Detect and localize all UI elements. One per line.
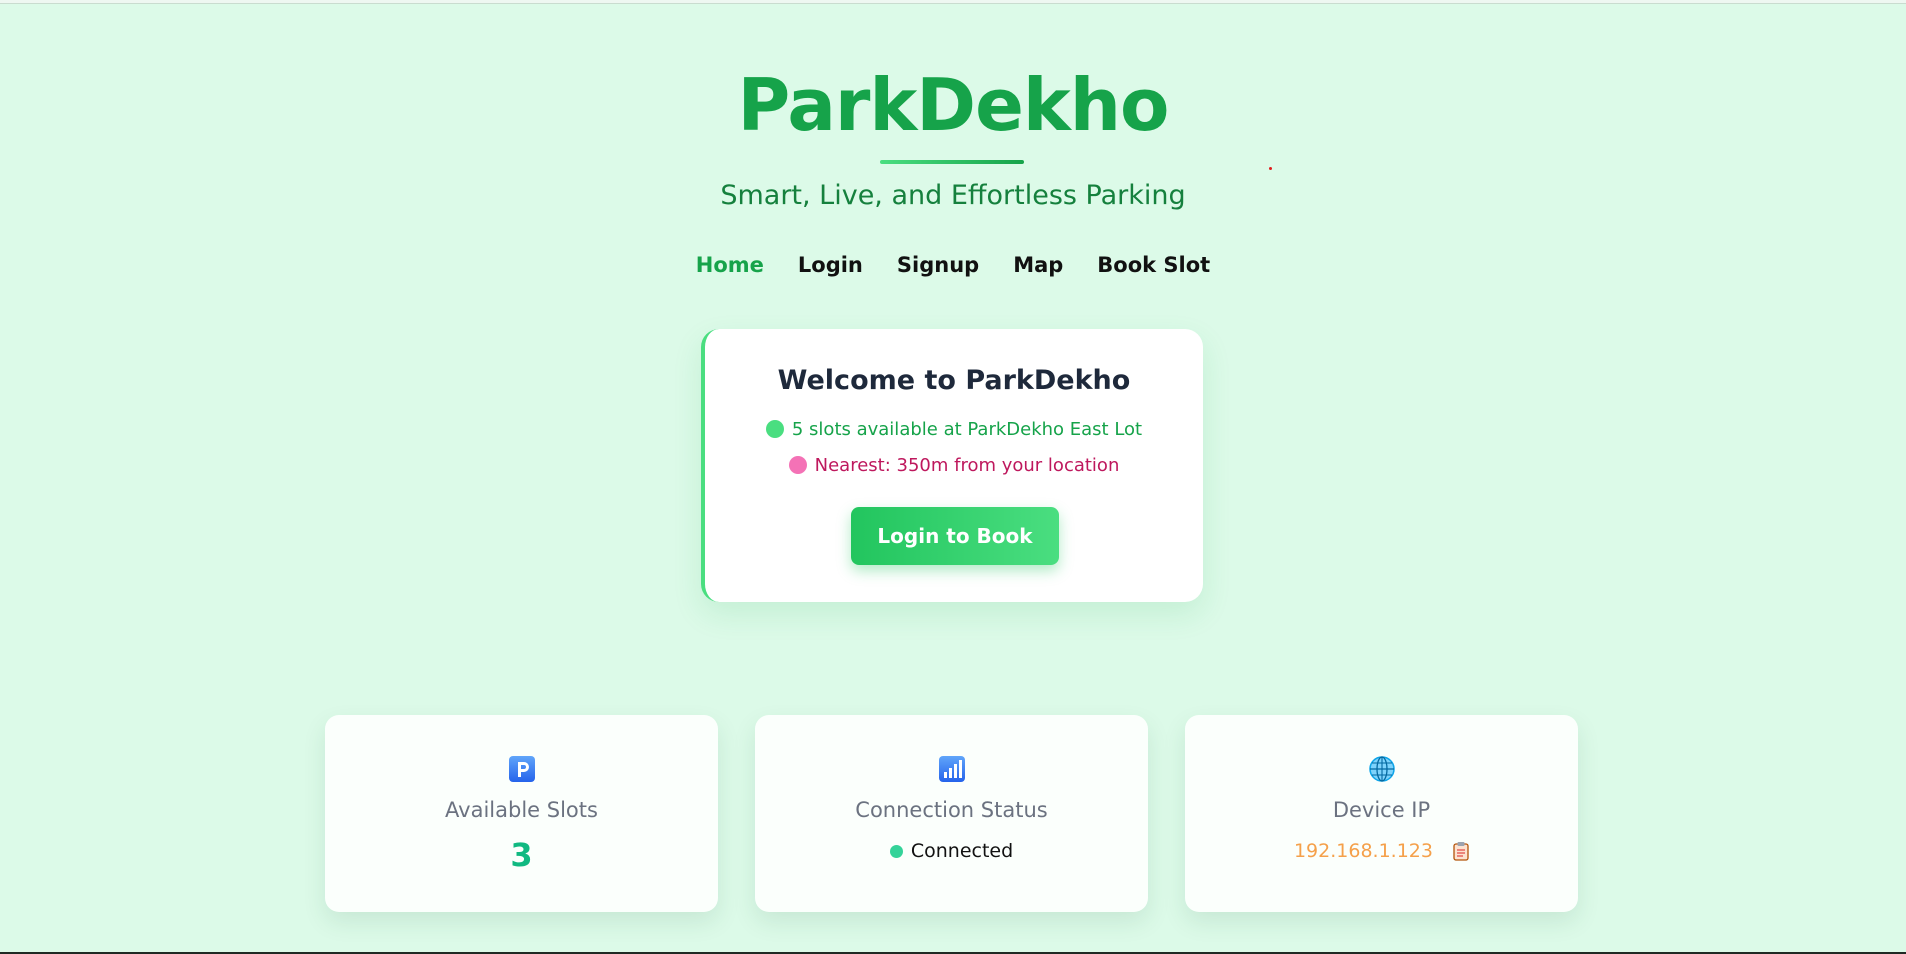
main-nav: Home Login Signup Map Book Slot [0,248,1906,282]
nav-map[interactable]: Map [1013,248,1063,282]
connection-status-value-row: Connected [755,837,1148,865]
globe-icon [1369,756,1395,782]
welcome-card: Welcome to ParkDekho 5 slots available a… [701,329,1203,602]
nearest-text: Nearest: 350m from your location [814,455,1120,476]
connection-status-value: Connected [910,840,1014,862]
device-ip-label: Device IP [1332,798,1431,822]
cursor-dot [1269,167,1272,170]
nav-home[interactable]: Home [696,248,764,282]
window-top-border [0,0,1906,4]
login-to-book-button[interactable]: Login to Book [851,507,1059,565]
available-slots-card: Available Slots 3 [325,715,718,912]
connected-dot-icon [889,845,903,858]
connection-status-card: Connection Status Connected [755,715,1148,912]
brand-title: ParkDekho [737,63,1169,147]
device-ip-value-row: 192.168.1.123 [1185,837,1578,865]
pink-location-dot-icon [788,456,807,474]
welcome-title: Welcome to ParkDekho [777,365,1131,396]
available-slots-label: Available Slots [445,798,598,822]
availability-line: 5 slots available at ParkDekho East Lot [705,417,1203,443]
tagline: Smart, Live, and Effortless Parking [720,180,1186,211]
device-ip-value: 192.168.1.123 [1293,840,1433,862]
nav-signup[interactable]: Signup [897,248,979,282]
clipboard-icon[interactable] [1453,841,1469,861]
nearest-line: Nearest: 350m from your location [705,453,1203,479]
available-slots-value: 3 [510,836,533,874]
nav-login[interactable]: Login [798,248,863,282]
connection-status-label: Connection Status [855,798,1048,822]
nav-book-slot[interactable]: Book Slot [1097,248,1210,282]
brand-underline [880,160,1024,164]
parking-icon [509,756,535,782]
availability-text: 5 slots available at ParkDekho East Lot [791,419,1143,440]
signal-bars-icon [939,756,965,782]
green-status-dot-icon [765,420,784,438]
device-ip-card: Device IP 192.168.1.123 [1185,715,1578,912]
